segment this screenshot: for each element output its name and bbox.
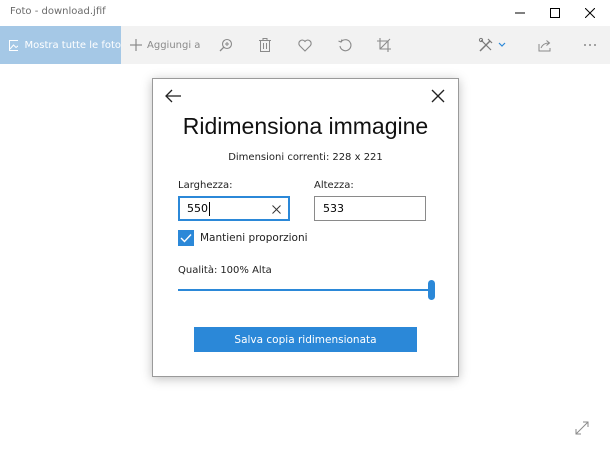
show-all-photos-button[interactable]: Mostra tutte le foto xyxy=(0,26,121,64)
crop-icon xyxy=(377,38,391,52)
minimize-button[interactable] xyxy=(500,0,540,26)
rotate-icon xyxy=(338,39,352,52)
width-label: Larghezza: xyxy=(178,180,233,191)
current-dimensions-value: 228 x 221 xyxy=(332,152,383,163)
height-label: Altezza: xyxy=(314,180,354,191)
maximize-icon xyxy=(550,8,560,18)
rotate-button[interactable] xyxy=(335,26,355,64)
close-window-button[interactable] xyxy=(570,0,610,26)
add-to-label: Aggiungi a xyxy=(147,39,201,51)
heart-icon xyxy=(298,39,312,52)
checkmark-icon xyxy=(180,234,192,243)
share-button[interactable] xyxy=(535,26,555,64)
pictures-icon xyxy=(9,39,19,51)
edit-icon xyxy=(478,37,493,52)
clear-icon xyxy=(271,204,281,214)
plus-icon xyxy=(130,39,142,51)
dialog-title: Ridimensiona immagine xyxy=(182,113,429,139)
maximize-button[interactable] xyxy=(535,0,575,26)
quality-label: Qualità: 100% Alta xyxy=(178,265,272,276)
text-caret xyxy=(209,201,210,216)
chevron-down-icon xyxy=(498,42,506,47)
show-all-photos-label: Mostra tutte le foto xyxy=(24,39,121,51)
title-bar: Foto - download.jfif xyxy=(0,0,610,26)
keep-ratio-checkbox[interactable] xyxy=(178,230,194,246)
minimize-icon xyxy=(515,12,525,14)
keep-ratio-label: Mantieni proporzioni xyxy=(200,232,308,244)
back-button[interactable] xyxy=(161,85,185,107)
trash-icon xyxy=(259,38,271,52)
current-dimensions: Dimensioni correnti: 228 x 221 xyxy=(153,152,458,163)
add-to-button[interactable]: Aggiungi a xyxy=(130,26,200,64)
resize-dialog: Ridimensiona immagine Dimensioni corrent… xyxy=(152,78,459,377)
toolbar: Mostra tutte le foto Aggiungi a xyxy=(0,26,610,64)
quality-slider[interactable] xyxy=(178,280,435,300)
save-resized-copy-button[interactable]: Salva copia ridimensionata xyxy=(194,327,417,352)
window-title: Foto - download.jfif xyxy=(10,6,106,17)
zoom-icon xyxy=(219,38,233,52)
width-input[interactable]: 550 xyxy=(178,196,290,221)
close-icon xyxy=(431,89,445,103)
width-value: 550 xyxy=(187,202,208,215)
favorite-button[interactable] xyxy=(295,26,315,64)
crop-button[interactable] xyxy=(374,26,394,64)
close-dialog-button[interactable] xyxy=(426,85,450,107)
clear-width-button[interactable] xyxy=(270,203,282,215)
share-icon xyxy=(538,39,551,51)
current-dimensions-label: Dimensioni correnti: xyxy=(228,152,330,163)
edit-create-button[interactable] xyxy=(474,26,510,64)
delete-button[interactable] xyxy=(255,26,275,64)
slider-fill xyxy=(178,289,434,291)
close-icon xyxy=(585,8,595,18)
slider-thumb[interactable] xyxy=(428,280,435,300)
expand-button[interactable] xyxy=(574,420,590,436)
expand-icon xyxy=(575,421,589,435)
zoom-button[interactable] xyxy=(216,26,236,64)
keep-ratio-row[interactable]: Mantieni proporzioni xyxy=(178,230,308,246)
quality-value: 100% Alta xyxy=(220,265,272,276)
height-input[interactable]: 533 xyxy=(314,196,426,221)
back-arrow-icon xyxy=(165,89,181,103)
more-icon xyxy=(584,44,596,46)
more-button[interactable] xyxy=(580,26,600,64)
height-value: 533 xyxy=(323,202,344,215)
quality-label-text: Qualità: xyxy=(178,265,218,276)
